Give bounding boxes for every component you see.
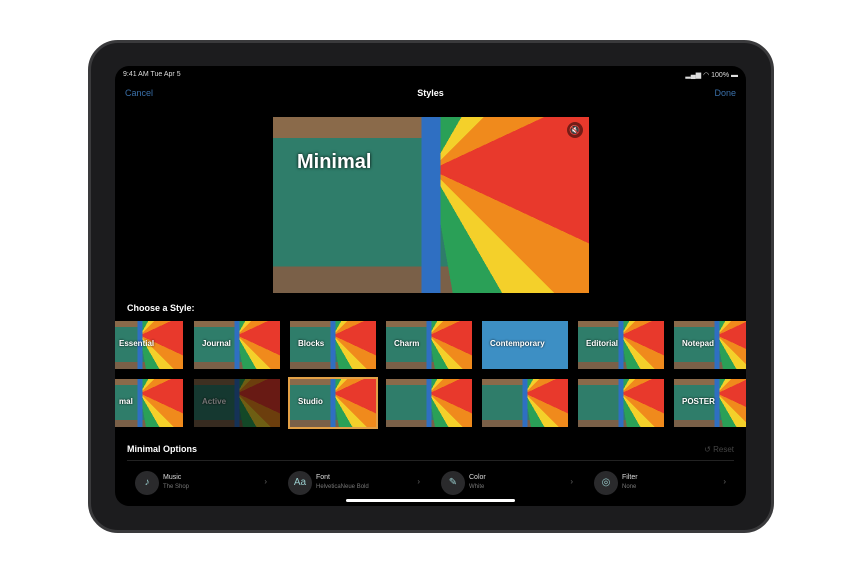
font-icon: Aa — [288, 471, 312, 495]
style-thumb-label: Studio — [298, 397, 323, 406]
chevron-right-icon: › — [723, 477, 726, 486]
filter-icon: ◎ — [594, 471, 618, 495]
status-battery: ▂▄▆ ◠ 100% ▬ — [685, 72, 738, 79]
style-thumb[interactable]: Active — [194, 379, 280, 427]
style-thumb-label: Essential — [119, 339, 155, 348]
divider — [127, 460, 734, 461]
style-thumb[interactable]: Editorial — [578, 321, 664, 369]
option-label: Filter — [622, 474, 638, 481]
battery-text: 100% — [711, 72, 730, 79]
style-thumb-label: Active — [202, 397, 227, 406]
style-thumb[interactable]: mal — [115, 379, 183, 427]
style-thumb[interactable] — [578, 379, 664, 427]
style-thumb[interactable]: Charm — [386, 321, 472, 369]
style-thumb[interactable]: Studio — [288, 377, 378, 429]
style-thumb[interactable]: Journal — [194, 321, 280, 369]
status-time: 9:41 AM Tue Apr 5 — [123, 71, 181, 78]
option-label: Font — [316, 474, 331, 481]
option-value: White — [469, 484, 485, 490]
option-font[interactable]: Aa Font HelveticaNeue Bold › — [272, 468, 422, 498]
style-thumb[interactable]: Contemporary — [482, 321, 568, 369]
option-music[interactable]: ♪ Music The Shop › — [119, 468, 269, 498]
style-thumb[interactable]: POSTER — [674, 379, 746, 427]
style-thumb[interactable] — [482, 379, 568, 427]
style-thumb-label: Journal — [202, 339, 231, 348]
reset-button[interactable]: ↺ Reset — [704, 445, 734, 454]
eyedropper-icon: ✎ — [441, 471, 465, 495]
option-color[interactable]: ✎ Color White › — [425, 468, 575, 498]
chevron-right-icon: › — [417, 477, 420, 486]
option-value: None — [622, 484, 637, 490]
preview-title: Minimal — [297, 151, 372, 173]
style-thumb[interactable]: Notepad — [674, 321, 746, 369]
style-thumb-label: Charm — [394, 339, 420, 348]
home-indicator[interactable] — [346, 499, 515, 502]
music-note-icon: ♪ — [135, 471, 159, 495]
reset-label: Reset — [713, 445, 734, 454]
style-thumb[interactable] — [386, 379, 472, 427]
style-thumb-label: mal — [119, 397, 133, 406]
chevron-right-icon: › — [570, 477, 573, 486]
style-thumb[interactable]: Essential — [115, 321, 183, 369]
style-thumb[interactable]: Blocks — [290, 321, 376, 369]
option-filter[interactable]: ◎ Filter None › — [578, 468, 728, 498]
options-heading: Minimal Options — [127, 444, 198, 454]
done-button[interactable]: Done — [714, 88, 736, 98]
option-label: Color — [469, 474, 486, 481]
style-thumb-label: Editorial — [586, 339, 619, 348]
option-value: The Shop — [163, 484, 190, 490]
screen: 9:41 AM Tue Apr 5 ▂▄▆ ◠ 100% ▬ Cancel St… — [115, 66, 746, 506]
style-thumb-label: POSTER — [682, 397, 715, 406]
choose-style-heading: Choose a Style: — [127, 303, 195, 313]
chevron-right-icon: › — [264, 477, 267, 486]
style-thumb-label: Blocks — [298, 339, 325, 348]
option-value: HelveticaNeue Bold — [316, 484, 369, 490]
option-label: Music — [163, 474, 182, 481]
mute-icon[interactable]: 🔇 — [567, 122, 583, 138]
style-thumb-label: Notepad — [682, 339, 714, 348]
nav-title: Styles — [417, 88, 444, 98]
style-thumb-label: Contemporary — [490, 339, 545, 348]
video-preview[interactable]: Minimal 🔇 — [273, 117, 589, 293]
